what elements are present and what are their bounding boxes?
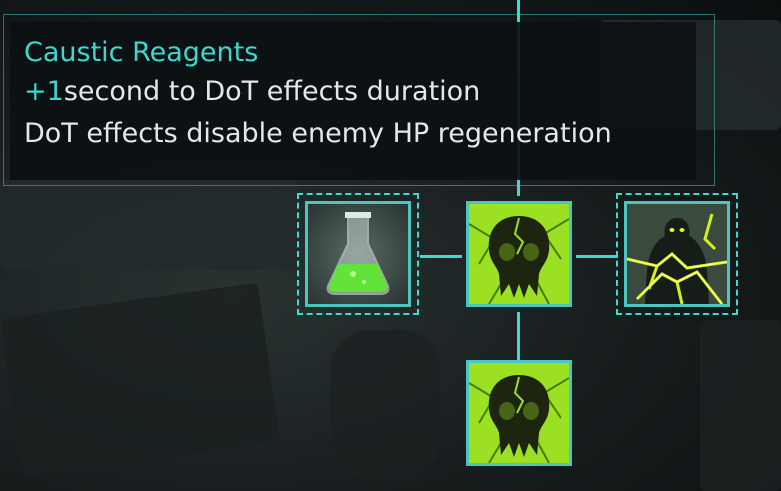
background-machinery (330, 330, 440, 480)
duration-text: second to DoT effects duration (63, 76, 481, 107)
skill-node-toxic-skull[interactable] (458, 193, 580, 315)
skill-node-toxic-skull-lower[interactable] (458, 352, 580, 474)
background-machinery (700, 320, 781, 491)
skill-node-frame (305, 201, 411, 307)
skill-title: Caustic Reagents (24, 37, 259, 68)
background-machinery (0, 180, 300, 270)
skill-effect-duration: +1second to DoT effects duration (24, 70, 682, 114)
toxic-skull-icon (469, 204, 569, 304)
tree-connector-right (576, 255, 618, 258)
skill-node-frame (466, 360, 572, 466)
skill-effect-regen: DoT effects disable enemy HP regeneratio… (24, 118, 612, 149)
skill-tooltip: Caustic Reagents +1second to DoT effects… (10, 22, 696, 180)
skill-node-frame (466, 201, 572, 307)
toxic-skull-icon (469, 363, 569, 463)
lightning-figure-icon (627, 204, 727, 304)
skill-node-caustic-reagents[interactable] (297, 193, 419, 315)
skill-node-frame (624, 201, 730, 307)
tree-connector-left (420, 255, 462, 258)
background-machinery (0, 282, 280, 478)
duration-bonus: +1 (24, 76, 64, 107)
skill-node-lightning-figure[interactable] (616, 193, 738, 315)
flask-icon (308, 204, 408, 304)
